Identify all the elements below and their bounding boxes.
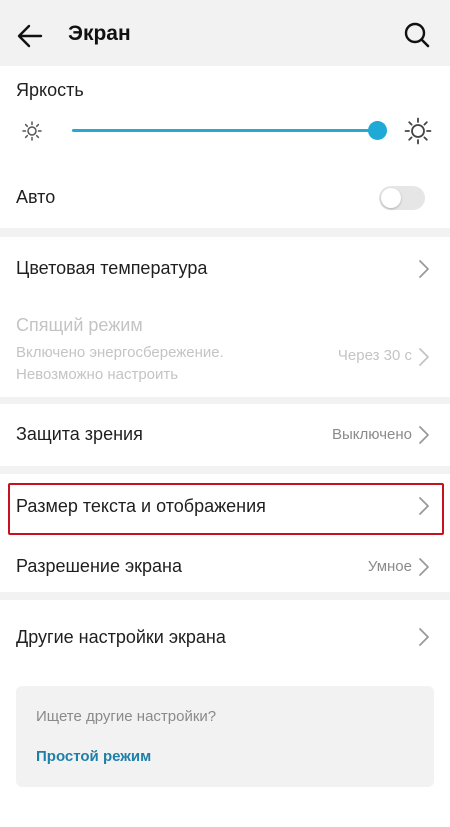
chevron-right-icon xyxy=(419,426,429,444)
text-size-row[interactable]: Размер текста и отображения xyxy=(0,474,450,534)
brightness-card: Яркость Авто xyxy=(0,66,450,228)
eye-protection-card: Защита зрения Выключено xyxy=(0,404,450,466)
chevron-right-icon xyxy=(419,497,429,515)
page-title: Экран xyxy=(68,22,131,45)
sun-small-icon xyxy=(22,121,42,141)
back-button[interactable] xyxy=(12,18,48,54)
brightness-slider[interactable] xyxy=(72,121,387,140)
text-size-label: Размер текста и отображения xyxy=(16,496,266,516)
eye-protection-label: Защита зрения xyxy=(16,424,143,444)
color-sleep-card: Цветовая температура Спящий режим Включе… xyxy=(0,237,450,397)
auto-brightness-label: Авто xyxy=(16,187,56,207)
sleep-row: Спящий режим Включено энергосбережение. … xyxy=(0,301,450,397)
eye-protection-row[interactable]: Защита зрения Выключено xyxy=(0,404,450,466)
search-icon xyxy=(404,22,430,48)
suggestions-question: Ищете другие настройки? xyxy=(36,708,217,725)
suggestions-box: Ищете другие настройки? Простой режим xyxy=(16,686,434,787)
text-resolution-card: Размер текста и отображения Разрешение э… xyxy=(0,474,450,592)
other-settings-row[interactable]: Другие настройки экрана xyxy=(0,600,450,670)
resolution-row[interactable]: Разрешение экрана Умное xyxy=(0,534,450,592)
chevron-right-icon xyxy=(419,348,429,366)
color-temperature-row[interactable]: Цветовая температура xyxy=(0,237,450,301)
chevron-right-icon xyxy=(419,260,429,278)
arrow-left-icon xyxy=(17,24,43,48)
chevron-right-icon xyxy=(419,628,429,646)
resolution-value: Умное xyxy=(367,558,412,575)
color-temperature-label: Цветовая температура xyxy=(16,258,208,278)
other-settings-label: Другие настройки экрана xyxy=(16,627,226,647)
sleep-label: Спящий режим xyxy=(16,315,143,335)
sleep-value: Через 30 с xyxy=(337,347,412,364)
simple-mode-link[interactable]: Простой режим xyxy=(36,748,151,765)
brightness-slider-thumb[interactable] xyxy=(368,121,387,140)
sleep-note-line1: Включено энергосбережение. xyxy=(16,344,224,361)
toggle-knob xyxy=(381,188,401,208)
auto-brightness-toggle[interactable] xyxy=(379,186,425,210)
search-button[interactable] xyxy=(398,16,436,54)
brightness-slider-fill xyxy=(72,129,377,132)
sleep-note-line2: Невозможно настроить xyxy=(16,366,179,383)
sun-large-icon xyxy=(404,117,432,145)
resolution-label: Разрешение экрана xyxy=(16,556,182,576)
eye-protection-value: Выключено xyxy=(332,426,412,443)
brightness-label: Яркость xyxy=(16,80,84,100)
chevron-right-icon xyxy=(419,558,429,576)
top-app-bar: Экран xyxy=(0,0,450,70)
